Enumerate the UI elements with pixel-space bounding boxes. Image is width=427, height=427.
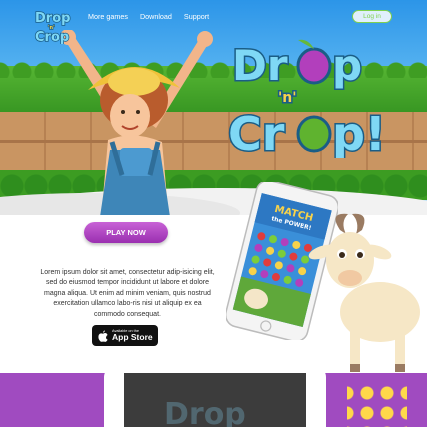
svg-text:p!: p! xyxy=(332,107,386,158)
game-description: Lorem ipsum dolor sit amet, consectetur … xyxy=(40,269,215,318)
farmer-girl-illustration xyxy=(60,30,213,215)
nav-more-games[interactable]: More games xyxy=(88,12,128,21)
svg-text:Dr: Dr xyxy=(232,41,288,90)
play-now-button[interactable]: PLAY NOW xyxy=(84,222,168,243)
svg-text:Drop: Drop xyxy=(164,397,246,427)
apple-icon xyxy=(98,329,108,342)
tablet-logo: Drop xyxy=(164,397,246,427)
site-logo[interactable]: Drop 'n' Crop xyxy=(34,8,78,44)
svg-text:'n': 'n' xyxy=(278,90,297,106)
main-nav: More games Download Support xyxy=(88,12,209,21)
page: Dr p 'n' Cr p! Drop 'n' Crop More games … xyxy=(0,0,427,427)
nav-download[interactable]: Download xyxy=(140,12,172,21)
svg-text:p: p xyxy=(332,41,362,90)
nav-support[interactable]: Support xyxy=(184,12,209,21)
drop-n-crop-logo: Dr p 'n' Cr p! xyxy=(228,40,387,159)
svg-text:Drop: Drop xyxy=(35,11,70,26)
app-store-big-text: App Store xyxy=(112,332,153,342)
svg-text:Cr: Cr xyxy=(228,107,285,158)
goat-character-illustration xyxy=(308,213,420,372)
svg-text:Crop: Crop xyxy=(35,30,69,44)
app-store-badge[interactable]: Available on the App Store xyxy=(92,325,158,346)
login-button[interactable]: Log in xyxy=(352,10,392,23)
